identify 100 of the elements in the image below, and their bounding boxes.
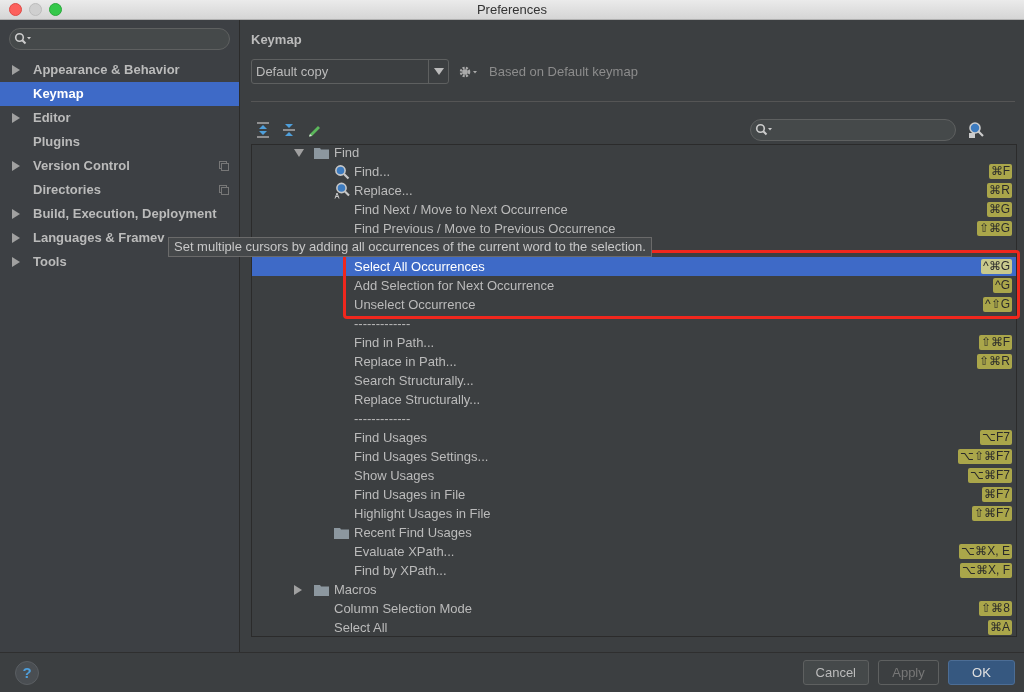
shortcut-badge: ⌥⌘X, E [959,544,1012,559]
tree-row[interactable]: Show Usages ⌥⌘F7 [252,466,1016,485]
tree-row[interactable]: Replace in Path... ⇧⌘R [252,352,1016,371]
expand-arrow-icon[interactable] [11,65,20,75]
replace-icon [334,182,350,199]
tree-row[interactable]: Find Next / Move to Next Occurrence ⌘G [252,200,1016,219]
action-label: Replace in Path... [354,352,458,371]
tree-row[interactable]: Unselect Occurrence ^⇧G [252,295,1016,314]
action-label: Show Usages [354,466,436,485]
collapse-all-icon[interactable] [282,122,296,138]
action-label: Find Previous / Move to Previous Occurrence [354,219,617,238]
expand-arrow-icon[interactable] [11,233,20,243]
shortcut-badge: ⇧⌘R [977,354,1012,369]
action-label: Macros [334,580,378,599]
tree-row[interactable]: Find in Path... ⇧⌘F [252,333,1016,352]
sidebar-item[interactable]: Directories [0,178,239,202]
action-label: Replace... [354,181,414,200]
collapsed-arrow-icon[interactable] [294,584,302,595]
copy-icon [219,185,229,195]
shortcut-badge: ⌥⌘X, F [960,563,1012,578]
tree-row[interactable]: Evaluate XPath... ⌥⌘X, E [252,542,1016,561]
dialog-button[interactable]: OK [948,660,1015,685]
sidebar-item[interactable]: Version Control [0,154,239,178]
expand-arrow-icon[interactable] [11,113,20,123]
separator-row[interactable]: ------------- [252,314,1016,333]
expanded-arrow-icon[interactable] [294,148,304,157]
tree-row[interactable]: Search Structurally... [252,371,1016,390]
separator-label: ------------- [354,314,412,333]
shortcut-badge: ⌘F [988,164,1012,179]
shortcut-badge: ⇧⌘F7 [972,506,1012,521]
folder-icon [334,526,349,539]
tooltip: Set multiple cursors by adding all occurrences of the current word to the selection. [168,237,652,257]
tree-row[interactable]: Add Selection for Next Occurrence ^G [252,276,1016,295]
search-icon [334,163,350,180]
sidebar-item[interactable]: Keymap [0,82,239,106]
tree-row[interactable]: Find... ⌘F [252,162,1016,181]
action-label: Select All Occurrences [354,257,486,276]
tree-row[interactable]: Find Usages ⌥F7 [252,428,1016,447]
sidebar-item[interactable]: Editor [0,106,239,130]
action-label: Find by XPath... [354,561,448,580]
separator-row[interactable]: ------------- [252,409,1016,428]
window-title: Preferences [476,0,548,19]
tree-row[interactable]: Find [252,143,1016,162]
expand-arrow-icon[interactable] [11,257,20,267]
action-label: Find Next / Move to Next Occurrence [354,200,569,219]
tree-row[interactable]: Macros [252,580,1016,599]
tree-row[interactable]: Find Usages Settings... ⌥⇧⌘F7 [252,447,1016,466]
shortcut-badge: ⌥⌘F7 [968,468,1012,483]
sidebar-item[interactable]: Build, Execution, Deployment [0,202,239,226]
caret-icon [433,68,444,75]
sidebar-item[interactable]: Plugins [0,130,239,154]
shortcut-badge: ⌘G [986,202,1012,217]
expand-arrow-icon[interactable] [11,161,20,171]
gear-icon[interactable] [458,64,478,79]
shortcut-badge: ⌘R [987,183,1012,198]
search-icon [14,32,32,46]
shortcut-badge: ⇧⌘F [978,335,1012,350]
sidebar-item[interactable]: Appearance & Behavior [0,58,239,82]
close-button[interactable] [9,3,22,16]
search-field[interactable] [9,28,230,50]
scheme-dropdown[interactable]: Default copy [251,59,449,84]
tree-row[interactable]: Find Usages in File ⌘F7 [252,485,1016,504]
tree-row[interactable]: Find Previous / Move to Previous Occurrence ⇧⌘G [252,219,1016,238]
action-label: Find [334,143,361,162]
shortcut-badge: ⇧⌘G [976,221,1012,236]
tree-row[interactable]: Column Selection Mode ⇧⌘8 [252,599,1016,618]
action-label: Find Usages in File [354,485,467,504]
section-title: Keymap [251,32,303,48]
zoom-button[interactable] [49,3,62,16]
expand-all-icon[interactable] [256,122,270,138]
action-label: Column Selection Mode [334,599,474,618]
copy-icon [219,161,229,171]
tree-row[interactable]: Replace Structurally... [252,390,1016,409]
dialog-button[interactable]: Cancel [802,660,869,685]
shortcut-badge: ⌘F7 [982,487,1012,502]
tree-row[interactable]: Select All ⌘A [252,618,1016,637]
tree-row[interactable]: Find by XPath... ⌥⌘X, F [252,561,1016,580]
search-field[interactable] [750,119,956,141]
shortcut-badge: ⇧⌘8 [979,601,1012,616]
tree-row[interactable]: Select All Occurrences ^⌘G [252,257,1016,276]
action-label: Find Usages [354,428,428,447]
expand-arrow-icon[interactable] [11,209,20,219]
search-icon [755,123,773,137]
action-label: Highlight Usages in File [354,504,492,523]
based-on-label: Based on Default keymap [489,62,638,81]
action-label: Evaluate XPath... [354,542,456,561]
tree-row[interactable]: Recent Find Usages [252,523,1016,542]
tree-row[interactable]: Highlight Usages in File ⇧⌘F7 [252,504,1016,523]
action-label: Recent Find Usages [354,523,473,542]
shortcut-badge: ^⇧G [983,297,1012,312]
action-label: Replace Structurally... [354,390,482,409]
separator-label: ------------- [354,409,412,428]
action-label: Find in Path... [354,333,436,352]
action-label: Search Structurally... [354,371,475,390]
find-shortcut-icon[interactable] [967,121,985,139]
action-label: Find... [354,162,392,181]
tree-row[interactable]: Replace... ⌘R [252,181,1016,200]
pencil-icon[interactable] [307,123,321,137]
help-button[interactable]: ? [15,660,39,685]
shortcut-badge: ⌥⇧⌘F7 [958,449,1012,464]
